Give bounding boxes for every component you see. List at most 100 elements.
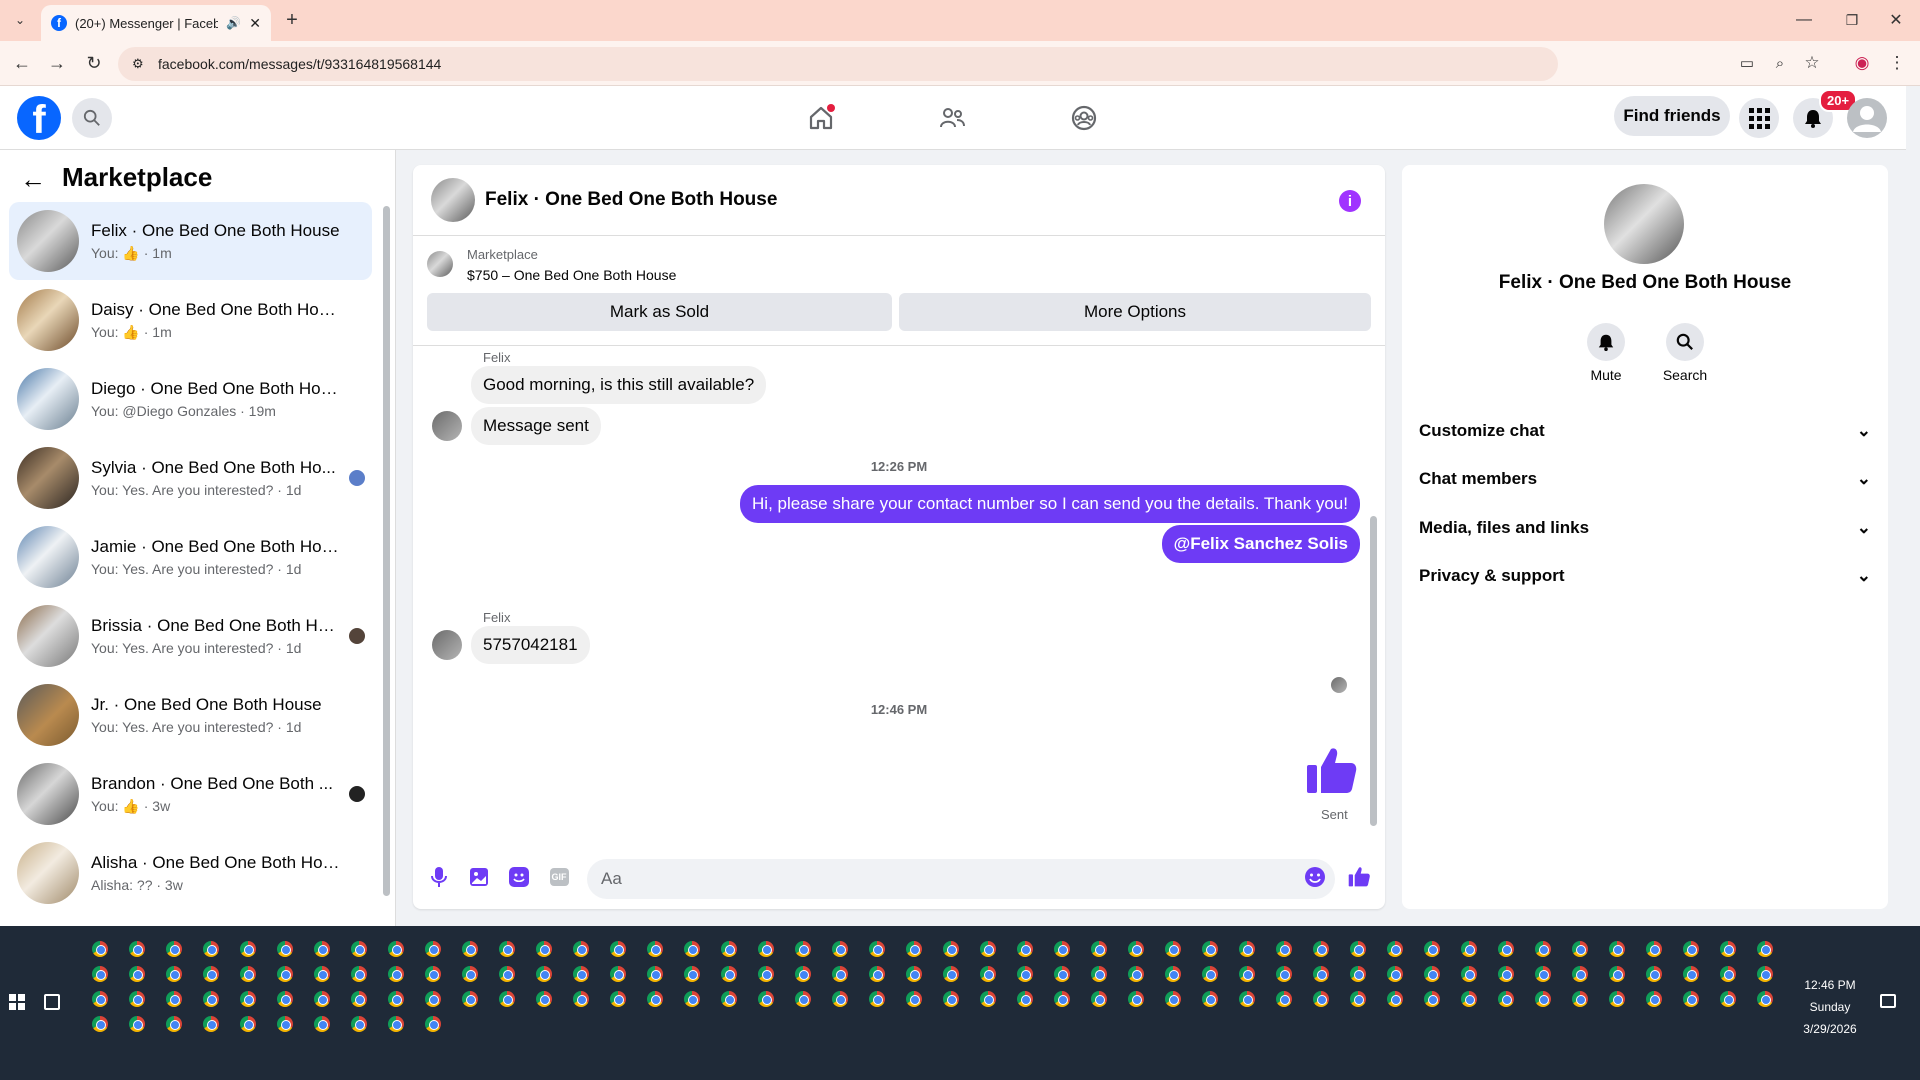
chrome-window-icon[interactable] xyxy=(721,991,737,1007)
chrome-window-icon[interactable] xyxy=(1461,941,1477,957)
account-button[interactable] xyxy=(1847,98,1887,138)
menu-kebab-icon[interactable]: ⋮ xyxy=(1885,51,1909,75)
forward-icon[interactable]: → xyxy=(45,51,69,75)
chrome-window-icon[interactable] xyxy=(1572,941,1588,957)
task-view-icon[interactable] xyxy=(44,994,60,1010)
chrome-window-icon[interactable] xyxy=(203,1016,219,1032)
chrome-window-icon[interactable] xyxy=(1757,991,1773,1007)
chrome-window-icon[interactable] xyxy=(943,991,959,1007)
conversation-item[interactable]: Alisha · One Bed One Both House Alisha: ?… xyxy=(9,834,372,912)
find-friends-button[interactable]: Find friends xyxy=(1614,96,1730,136)
browser-tab[interactable]: f (20+) Messenger | Facebook 🔊 ✕ xyxy=(41,5,271,41)
chrome-window-icon[interactable] xyxy=(832,966,848,982)
chrome-window-icon[interactable] xyxy=(832,941,848,957)
chat-scrollbar[interactable] xyxy=(1370,516,1377,826)
chat-title[interactable]: Felix · One Bed One Both House xyxy=(485,189,777,211)
chrome-window-icon[interactable] xyxy=(647,966,663,982)
chrome-window-icon[interactable] xyxy=(1128,966,1144,982)
conversation-item[interactable]: Brissia · One Bed One Both Ho... You: Yes… xyxy=(9,597,372,675)
chat-members-section[interactable]: Chat members ⌄ xyxy=(1419,469,1871,489)
chrome-window-icon[interactable] xyxy=(869,966,885,982)
chrome-window-icon[interactable] xyxy=(647,941,663,957)
chrome-window-icon[interactable] xyxy=(1313,991,1329,1007)
chrome-window-icon[interactable] xyxy=(1683,941,1699,957)
chrome-window-icon[interactable] xyxy=(240,966,256,982)
chrome-window-icon[interactable] xyxy=(351,941,367,957)
chrome-window-icon[interactable] xyxy=(1239,966,1255,982)
thumbs-up-icon[interactable] xyxy=(1303,743,1359,799)
chrome-window-icon[interactable] xyxy=(1313,966,1329,982)
zoom-icon[interactable]: ⌕ xyxy=(1768,51,1792,75)
bookmark-star-icon[interactable]: ☆ xyxy=(1800,51,1824,75)
chrome-window-icon[interactable] xyxy=(1535,966,1551,982)
chrome-window-icon[interactable] xyxy=(277,941,293,957)
chrome-window-icon[interactable] xyxy=(314,966,330,982)
conversation-item[interactable]: Brandon · One Bed One Both ... You: 👍 · 3… xyxy=(9,755,372,833)
chrome-window-icon[interactable] xyxy=(129,1016,145,1032)
chrome-window-icon[interactable] xyxy=(1054,966,1070,982)
chrome-window-icon[interactable] xyxy=(388,941,404,957)
search-button[interactable] xyxy=(72,98,112,138)
chrome-window-icon[interactable] xyxy=(980,966,996,982)
chrome-window-icon[interactable] xyxy=(1609,991,1625,1007)
chrome-window-icon[interactable] xyxy=(1165,966,1181,982)
sidebar-scrollbar[interactable] xyxy=(383,206,390,896)
chrome-window-icon[interactable] xyxy=(610,966,626,982)
media-files-links-section[interactable]: Media, files and links ⌄ xyxy=(1419,518,1871,538)
chrome-window-icon[interactable] xyxy=(240,991,256,1007)
chrome-window-icon[interactable] xyxy=(1498,991,1514,1007)
conversation-item[interactable]: Jr. · One Bed One Both House You: Yes. Ar… xyxy=(9,676,372,754)
chrome-window-icon[interactable] xyxy=(1091,941,1107,957)
chrome-window-icon[interactable] xyxy=(388,991,404,1007)
close-tab-icon[interactable]: ✕ xyxy=(249,15,261,32)
chrome-window-icon[interactable] xyxy=(92,991,108,1007)
chrome-window-icon[interactable] xyxy=(832,991,848,1007)
chrome-window-icon[interactable] xyxy=(1276,966,1292,982)
chrome-window-icon[interactable] xyxy=(92,1016,108,1032)
chrome-window-icon[interactable] xyxy=(1202,991,1218,1007)
avatar[interactable] xyxy=(432,630,462,660)
message-bubble[interactable]: Message sent xyxy=(471,407,601,445)
chrome-window-icon[interactable] xyxy=(1387,991,1403,1007)
chrome-window-icon[interactable] xyxy=(869,991,885,1007)
friends-nav[interactable] xyxy=(932,98,972,138)
chrome-window-icon[interactable] xyxy=(351,991,367,1007)
chrome-window-icon[interactable] xyxy=(610,991,626,1007)
chrome-window-icon[interactable] xyxy=(166,966,182,982)
chrome-window-icon[interactable] xyxy=(499,991,515,1007)
message-bubble[interactable]: 5757042181 xyxy=(471,626,590,664)
chrome-window-icon[interactable] xyxy=(1350,941,1366,957)
chrome-window-icon[interactable] xyxy=(1461,966,1477,982)
chrome-window-icon[interactable] xyxy=(1720,966,1736,982)
profile-icon[interactable]: ◉ xyxy=(1850,51,1874,75)
chrome-window-icon[interactable] xyxy=(906,941,922,957)
chrome-window-icon[interactable] xyxy=(1128,991,1144,1007)
chrome-window-icon[interactable] xyxy=(906,991,922,1007)
chrome-window-icon[interactable] xyxy=(573,941,589,957)
message-input[interactable]: Aa xyxy=(587,859,1335,899)
chrome-window-icon[interactable] xyxy=(388,966,404,982)
avatar[interactable] xyxy=(432,411,462,441)
site-info-icon[interactable]: ⚙ xyxy=(132,56,144,72)
chrome-window-icon[interactable] xyxy=(684,966,700,982)
chrome-window-icon[interactable] xyxy=(536,966,552,982)
chrome-window-icon[interactable] xyxy=(906,966,922,982)
avatar[interactable] xyxy=(1604,184,1684,264)
chrome-window-icon[interactable] xyxy=(1202,966,1218,982)
chrome-window-icon[interactable] xyxy=(499,941,515,957)
chrome-window-icon[interactable] xyxy=(203,991,219,1007)
chrome-window-icon[interactable] xyxy=(1091,966,1107,982)
chrome-window-icon[interactable] xyxy=(1572,991,1588,1007)
chrome-window-icon[interactable] xyxy=(1424,941,1440,957)
chrome-window-icon[interactable] xyxy=(795,991,811,1007)
message-bubble-sent[interactable]: Hi, please share your contact number so … xyxy=(740,485,1360,523)
chrome-window-icon[interactable] xyxy=(425,991,441,1007)
like-send-icon[interactable] xyxy=(1347,865,1371,889)
info-icon[interactable]: i xyxy=(1339,190,1361,212)
chrome-window-icon[interactable] xyxy=(721,966,737,982)
chrome-window-icon[interactable] xyxy=(1646,966,1662,982)
chrome-window-icon[interactable] xyxy=(1424,966,1440,982)
chrome-window-icon[interactable] xyxy=(1720,991,1736,1007)
microphone-icon[interactable] xyxy=(427,865,451,889)
chrome-window-icon[interactable] xyxy=(1498,941,1514,957)
